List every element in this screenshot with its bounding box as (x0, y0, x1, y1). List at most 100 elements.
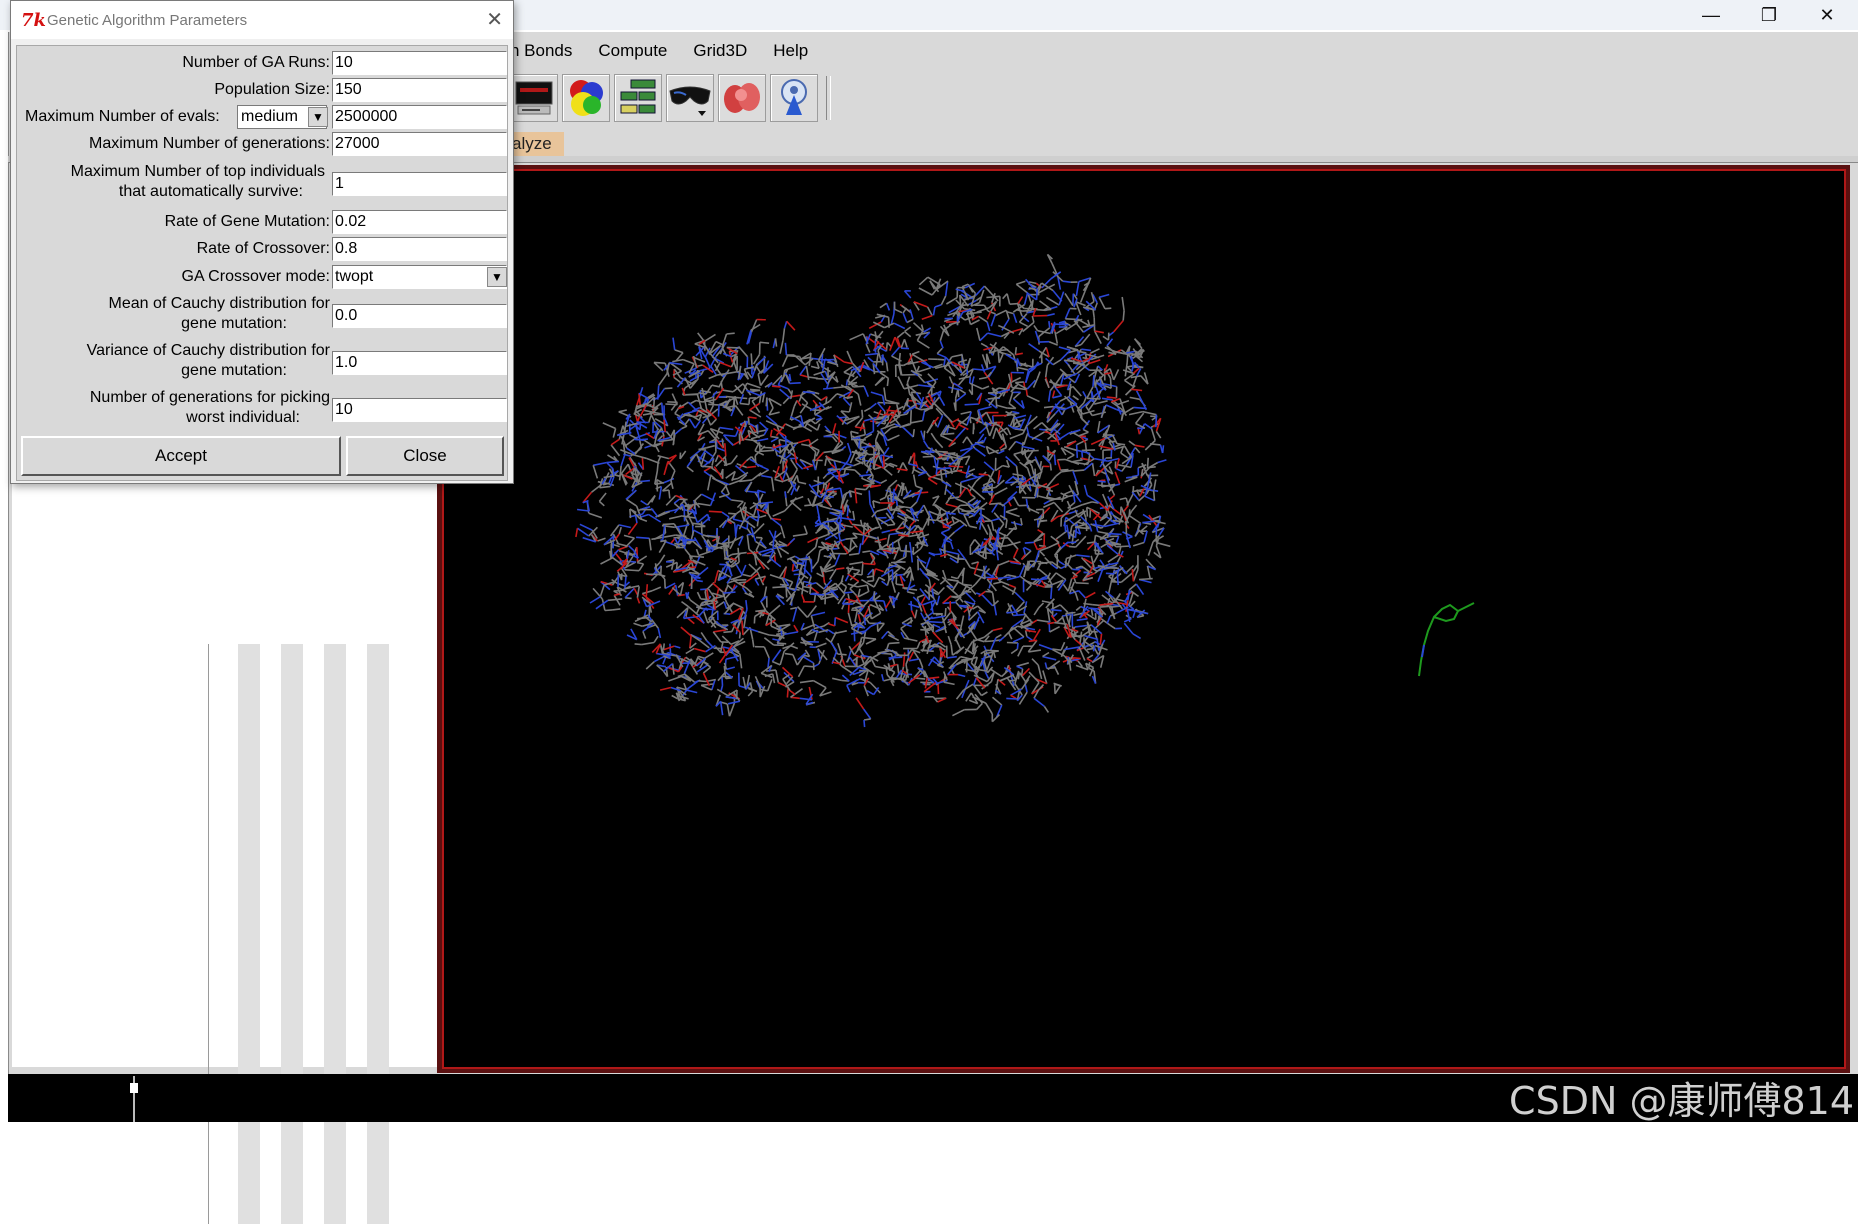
protein-bond (1116, 459, 1119, 469)
menu-grid3d[interactable]: Grid3D (693, 41, 747, 61)
protein-bond (848, 443, 851, 454)
protein-bond (759, 442, 760, 451)
protein-bond (719, 405, 720, 417)
protein-bond (625, 422, 626, 432)
row-crossover-mode: GA Crossover mode: twopt ▼ (17, 264, 507, 290)
protein-bond (808, 498, 811, 505)
max-evals-input[interactable] (332, 105, 507, 129)
protein-bond (868, 357, 873, 362)
protein-bond (655, 483, 664, 485)
protein-bond (683, 360, 694, 364)
crossover-mode-dropdown-arrow-icon[interactable]: ▼ (487, 267, 507, 287)
protein-bond (806, 366, 808, 380)
protein-bond (818, 550, 820, 561)
window-close-button[interactable]: ✕ (1798, 0, 1856, 30)
protein-bond (853, 511, 854, 520)
toolbar-button-surface[interactable] (718, 74, 766, 122)
protein-bond (793, 570, 800, 572)
protein-bond (1106, 568, 1119, 569)
toolbar-button-pmv[interactable] (770, 74, 818, 122)
protein-bond (903, 428, 913, 438)
protein-bond (794, 400, 797, 406)
protein-bond (894, 323, 905, 328)
protein-bond (919, 288, 932, 295)
protein-bond (760, 342, 769, 343)
menu-bonds[interactable]: n Bonds (510, 41, 572, 61)
protein-bond (740, 403, 749, 404)
protein-bond (847, 351, 852, 363)
cauchy-variance-input[interactable] (332, 351, 507, 375)
dialog-body: Number of GA Runs: Population Size: Maxi… (16, 45, 508, 481)
protein-bond (712, 478, 725, 485)
protein-bond (799, 666, 805, 677)
protein-bond (1081, 292, 1085, 303)
protein-bond (1136, 413, 1144, 423)
menu-help[interactable]: Help (773, 41, 808, 61)
toolbar-separator (826, 76, 831, 120)
row-worst-individual: Number of generations for picking worst … (17, 388, 507, 432)
protein-bond (1145, 496, 1155, 500)
protein-bond (905, 339, 908, 347)
protein-bond (919, 659, 922, 668)
protein-bond (748, 417, 756, 418)
max-generations-input[interactable] (332, 132, 507, 156)
worst-individual-input[interactable] (332, 398, 507, 422)
minimize-button[interactable]: — (1682, 0, 1740, 30)
max-evals-dropdown-arrow-icon[interactable]: ▼ (308, 107, 328, 127)
protein-bond (991, 518, 1000, 521)
population-size-label: Population Size: (214, 80, 330, 100)
cauchy-mean-input[interactable] (332, 304, 507, 328)
protein-bond (898, 463, 903, 473)
protein-bond (1040, 301, 1052, 310)
protein-bond (626, 538, 635, 547)
protein-bond (698, 504, 711, 506)
protein-bond (1017, 663, 1029, 667)
protein-bond (993, 416, 994, 423)
crossover-rate-input[interactable] (332, 237, 507, 261)
protein-bond (882, 631, 888, 638)
toolbar-button-stereo[interactable] (666, 74, 714, 122)
population-size-input[interactable] (332, 78, 507, 102)
menu-compute[interactable]: Compute (598, 41, 667, 61)
restore-button[interactable]: ❐ (1740, 0, 1798, 30)
protein-bond (702, 494, 715, 501)
molecule-viewer[interactable] (442, 169, 1846, 1069)
toolbar-button-display[interactable] (510, 74, 558, 122)
protein-bond (675, 350, 683, 353)
crossover-mode-select[interactable]: twopt (332, 265, 507, 289)
ga-runs-input[interactable] (332, 51, 507, 75)
toolbar-button-dashboard[interactable] (614, 74, 662, 122)
protein-bond (640, 481, 650, 482)
protein-bond (1024, 433, 1028, 445)
protein-bond (626, 490, 636, 499)
protein-bond (701, 632, 706, 640)
protein-bond (727, 333, 735, 334)
protein-bond (1040, 551, 1045, 556)
protein-bond (945, 608, 946, 616)
protein-bond (1094, 379, 1095, 387)
accept-button[interactable]: Accept (21, 436, 341, 476)
gene-mutation-input[interactable] (332, 210, 507, 234)
status-marker[interactable] (130, 1083, 138, 1093)
tab-analyze[interactable]: alyze (510, 132, 564, 156)
protein-bond (783, 397, 789, 404)
protein-bond (847, 516, 852, 524)
protein-bond (996, 635, 1002, 638)
protein-bond (837, 450, 843, 451)
protein-bond (938, 359, 945, 360)
protein-bond (673, 664, 674, 675)
protein-bond (627, 499, 637, 506)
dialog-close-button[interactable]: ✕ (486, 7, 503, 32)
protein-bond (966, 680, 969, 687)
toolbar-button-colors[interactable] (562, 74, 610, 122)
protein-bond (841, 575, 843, 583)
protein-bond (835, 554, 840, 565)
protein-bond (769, 605, 780, 614)
protein-bond (1079, 432, 1088, 436)
protein-bond (864, 720, 865, 727)
close-button[interactable]: Close (346, 436, 504, 476)
protein-bond (871, 613, 880, 619)
top-individuals-input[interactable] (332, 172, 507, 196)
protein-bond (864, 408, 870, 411)
protein-bond (1081, 349, 1091, 350)
